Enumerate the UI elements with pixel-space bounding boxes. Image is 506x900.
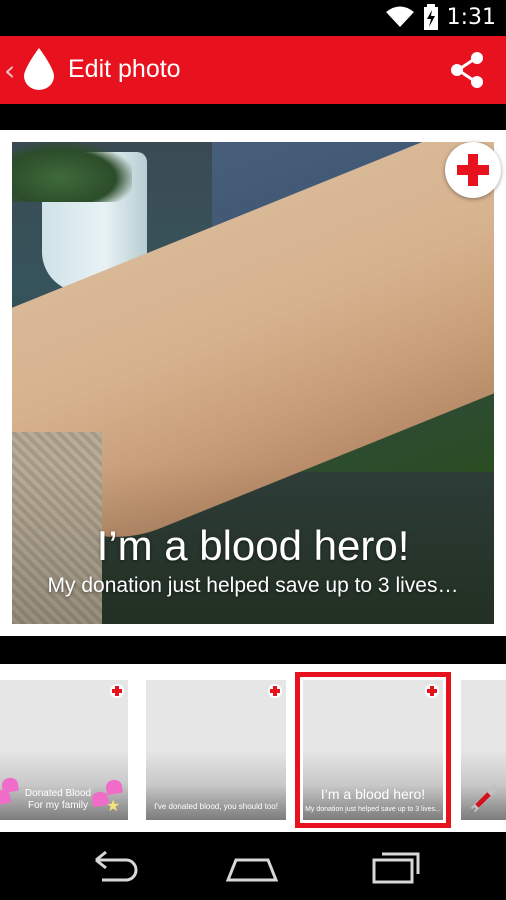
up-chevron-icon[interactable]: ‹ [4, 54, 15, 87]
add-badge-icon [425, 684, 439, 698]
recents-nav-icon[interactable] [366, 846, 426, 886]
battery-icon [423, 4, 438, 30]
share-icon[interactable] [448, 50, 488, 90]
nav-bar [0, 832, 506, 900]
top-divider [0, 104, 506, 130]
photo-headline: I’m a blood hero! [96, 522, 410, 569]
syringe-icon [468, 783, 500, 815]
add-badge-icon [268, 684, 282, 698]
thumb-line1: Donated Blood [24, 788, 92, 799]
action-bar: ‹ Edit photo [0, 36, 506, 104]
editor-card: I’m a blood hero! My donation just helpe… [0, 130, 506, 636]
photo-subtext: My donation just helped save up to 3 liv… [47, 574, 459, 597]
page-title: Edit photo [68, 55, 181, 83]
photo-preview[interactable]: I’m a blood hero! My donation just helpe… [12, 142, 494, 624]
template-thumb-selected[interactable]: I’m a blood hero! My donation just helpe… [295, 672, 451, 828]
template-thumb[interactable] [461, 680, 506, 820]
thumb-line1: I've donated blood, you should too! [154, 802, 278, 811]
back-nav-icon[interactable] [84, 846, 144, 886]
thumb-subtext: My donation just helped save up to 3 liv… [305, 806, 441, 813]
status-time: 1:31 [446, 4, 496, 30]
home-nav-icon[interactable] [222, 846, 282, 886]
photo-plant [12, 142, 132, 202]
add-badge-icon[interactable] [445, 142, 501, 198]
thumb-line2: For my family [28, 800, 88, 811]
mid-divider [0, 636, 506, 664]
thumb-headline: I’m a blood hero! [320, 786, 426, 802]
template-strip[interactable]: ★ Donated Blood For my family I've donat… [0, 664, 506, 832]
blood-drop-icon[interactable] [24, 48, 54, 90]
status-bar: 1:31 [0, 0, 506, 36]
add-badge-icon [110, 684, 124, 698]
template-thumb[interactable]: I've donated blood, you should too! [146, 680, 286, 820]
wifi-icon [385, 6, 414, 27]
template-thumb[interactable]: ★ Donated Blood For my family [0, 680, 128, 820]
cross-horizontal [457, 165, 489, 175]
